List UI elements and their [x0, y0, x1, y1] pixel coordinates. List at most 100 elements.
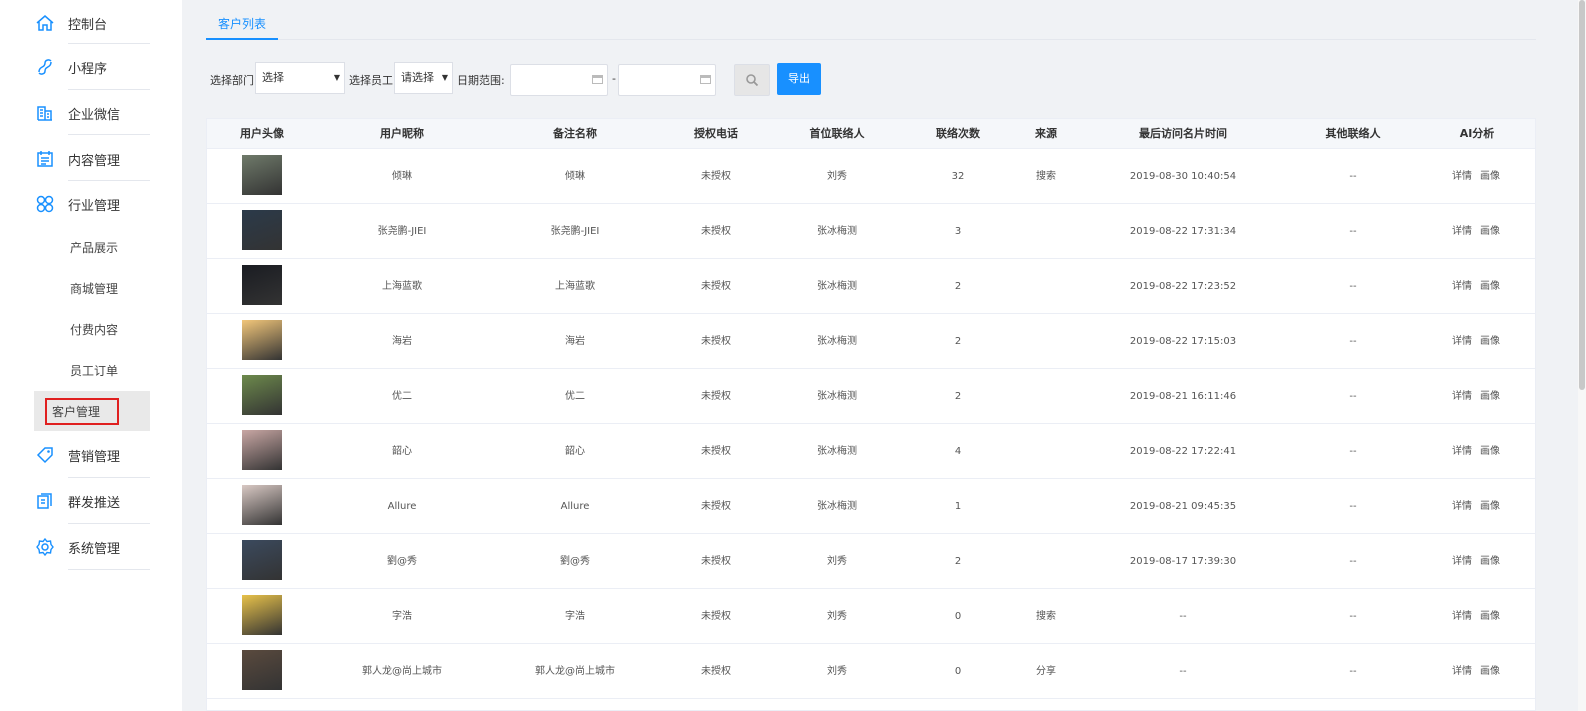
date-separator: -	[612, 72, 616, 85]
nickname-cell: 字浩	[392, 611, 412, 622]
start-date-input[interactable]	[510, 64, 608, 96]
table-header: 用户头像 用户昵称 备注名称 授权电话 首位联络人 联络次数 来源 最后访问名片…	[207, 119, 1535, 149]
portrait-link[interactable]: 画像	[1480, 226, 1500, 237]
other-contacts-cell: --	[1349, 391, 1357, 402]
ai-analysis-cell: 详情 画像	[1452, 369, 1508, 424]
phone-cell: 未授权	[701, 336, 731, 347]
portrait-link[interactable]: 画像	[1480, 336, 1500, 347]
source-cell: 搜索	[1036, 171, 1056, 182]
nav-item-miniprogram[interactable]: 小程序	[34, 44, 150, 90]
column-header: 授权电话	[694, 127, 738, 140]
other-contacts-cell: --	[1349, 666, 1357, 677]
scrollbar-thumb[interactable]	[1579, 0, 1585, 390]
nickname-cell: 张尧鹏-JIEI	[377, 226, 427, 237]
last-visit-cell: 2019-08-21 16:11:46	[1129, 391, 1237, 402]
page-scrollbar[interactable]	[1578, 0, 1586, 711]
subnav-item-customers[interactable]: 客户管理	[34, 391, 150, 431]
subnav-label: 客户管理	[44, 397, 120, 425]
staff-select[interactable]: 请选择 ▼	[394, 62, 453, 94]
portrait-link[interactable]: 画像	[1480, 666, 1500, 677]
detail-link[interactable]: 详情	[1452, 171, 1472, 182]
remark-cell: 郭人龙@尚上城市	[535, 666, 615, 677]
nav-item-wecom[interactable]: 企业微信	[34, 90, 150, 136]
detail-link[interactable]: 详情	[1452, 501, 1472, 512]
ai-analysis-cell: 详情 画像	[1452, 259, 1508, 314]
search-button[interactable]	[734, 64, 770, 96]
last-visit-cell: 2019-08-22 17:31:34	[1129, 226, 1237, 237]
tab-customer-list[interactable]: 客户列表	[206, 10, 279, 40]
remark-cell: 韶心	[565, 446, 585, 457]
portrait-link[interactable]: 画像	[1480, 171, 1500, 182]
avatar	[242, 595, 282, 635]
column-header: 来源	[1035, 127, 1057, 140]
nav-label: 小程序	[68, 61, 108, 77]
detail-link[interactable]: 详情	[1452, 391, 1472, 402]
nav-item-industry[interactable]: 行业管理	[34, 181, 150, 227]
nav-item-system[interactable]: 系统管理	[34, 524, 150, 570]
nickname-cell: 韶心	[392, 446, 412, 457]
subnav-label: 商城管理	[70, 281, 119, 296]
main-content: 客户列表 选择部门: 选择 ▼ 选择员工: 请选择 ▼ 日期范围: - 导出 用…	[196, 0, 1546, 711]
table-row: Allure Allure 未授权 张冰梅测 1 2019-08-21 09:45:35 -…	[207, 479, 1535, 534]
detail-link[interactable]: 详情	[1452, 556, 1472, 567]
detail-link[interactable]: 详情	[1452, 226, 1472, 237]
nav-item-content[interactable]: 内容管理	[34, 136, 150, 182]
industry-icon	[34, 193, 56, 215]
avatar	[242, 540, 282, 580]
last-visit-cell: 2019-08-22 17:15:03	[1129, 336, 1237, 347]
portrait-link[interactable]: 画像	[1480, 281, 1500, 292]
last-visit-cell: 2019-08-17 17:39:30	[1129, 556, 1237, 567]
contact-count-cell: 1	[954, 501, 962, 512]
nav-label: 内容管理	[68, 153, 121, 169]
subnav-item-products[interactable]: 产品展示	[34, 227, 150, 267]
first-contact-cell: 张冰梅测	[817, 226, 857, 237]
end-date-input[interactable]	[618, 64, 716, 96]
table-row: 优二 优二 未授权 张冰梅测 2 2019-08-21 16:11:46 -- 详情 画像	[207, 369, 1535, 424]
detail-link[interactable]: 详情	[1452, 666, 1472, 677]
portrait-link[interactable]: 画像	[1480, 391, 1500, 402]
last-visit-cell: 2019-08-22 17:22:41	[1129, 446, 1237, 457]
table-row: 上海蓝歌 上海蓝歌 未授权 张冰梅测 2 2019-08-22 17:23:52 -- 详情画…	[207, 259, 1535, 314]
detail-link[interactable]: 详情	[1452, 281, 1472, 292]
ai-analysis-cell: 详情 画像	[1452, 644, 1508, 699]
subnav-item-mall[interactable]: 商城管理	[34, 268, 150, 308]
nav-item-marketing[interactable]: 营销管理	[34, 432, 150, 478]
export-button[interactable]: 导出	[777, 63, 821, 95]
search-icon	[746, 74, 759, 87]
chevron-down-icon: ▼	[333, 73, 340, 82]
nav-item-broadcast[interactable]: 群发推送	[34, 478, 150, 524]
phone-cell: 未授权	[701, 281, 731, 292]
column-header: AI分析	[1459, 127, 1495, 140]
phone-cell: 未授权	[701, 556, 731, 567]
portrait-link[interactable]: 画像	[1480, 446, 1500, 457]
contact-count-cell: 3	[954, 226, 962, 237]
avatar	[242, 265, 282, 305]
other-contacts-cell: --	[1349, 171, 1357, 182]
dept-select-value: 选择	[262, 71, 284, 84]
content-icon	[34, 148, 56, 170]
avatar	[242, 650, 282, 690]
detail-link[interactable]: 详情	[1452, 611, 1472, 622]
table-row: 韶心 韶心 未授权 张冰梅测 4 2019-08-22 17:22:41 -- 详情 画像	[207, 424, 1535, 479]
avatar	[242, 320, 282, 360]
first-contact-cell: 刘秀	[827, 556, 847, 567]
filter-bar: 选择部门: 选择 ▼ 选择员工: 请选择 ▼ 日期范围: - 导出	[206, 62, 846, 96]
home-icon	[34, 12, 56, 34]
detail-link[interactable]: 详情	[1452, 336, 1472, 347]
table-row: 劉@秀 劉@秀 未授权 刘秀 2 2019-08-17 17:39:30 -- 详情 画像	[207, 534, 1535, 589]
contact-count-cell: 2	[954, 391, 962, 402]
subnav-item-paid-content[interactable]: 付费内容	[34, 309, 150, 349]
tab-bar: 客户列表	[206, 10, 1536, 40]
nav-item-dashboard[interactable]: 控制台	[34, 0, 150, 46]
subnav-item-staff-orders[interactable]: 员工订单	[34, 350, 150, 390]
dept-select[interactable]: 选择 ▼	[255, 62, 345, 94]
portrait-link[interactable]: 画像	[1480, 556, 1500, 567]
nickname-cell: 海岩	[392, 336, 412, 347]
detail-link[interactable]: 详情	[1452, 446, 1472, 457]
date-range-label: 日期范围:	[457, 74, 505, 87]
sidebar: 控制台 小程序 企业微信 内容管理 行业管理 产品展示 商城管理 付费内容 员工…	[0, 0, 182, 711]
contact-count-cell: 0	[954, 611, 962, 622]
divider	[68, 134, 150, 135]
portrait-link[interactable]: 画像	[1480, 501, 1500, 512]
portrait-link[interactable]: 画像	[1480, 611, 1500, 622]
